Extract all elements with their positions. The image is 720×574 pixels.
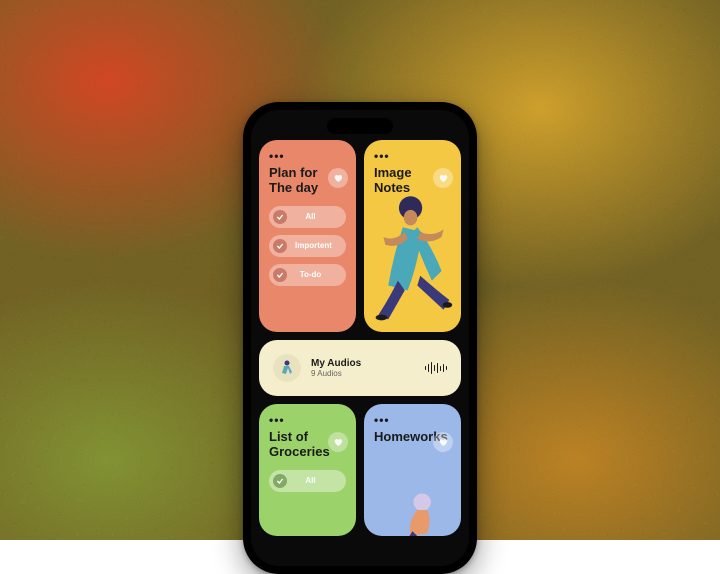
- chip-label: All: [295, 212, 336, 221]
- person-illustration: [364, 444, 461, 536]
- chip-all[interactable]: All: [269, 470, 346, 492]
- card-image-notes[interactable]: ••• Image Notes: [364, 140, 461, 332]
- chip-list: All: [269, 470, 346, 492]
- card-row-3: ••• List of Groceries All: [259, 404, 461, 536]
- heart-icon: [333, 437, 343, 447]
- audio-title: My Audios: [311, 358, 415, 369]
- audio-avatar: [273, 354, 301, 382]
- card-audios[interactable]: My Audios 9 Audios: [259, 340, 461, 396]
- phone-frame: ••• Plan for The day All Importent: [243, 102, 477, 574]
- heart-icon: [333, 173, 343, 183]
- chip-list: All Importent To-do: [269, 206, 346, 286]
- favorite-button[interactable]: [433, 432, 453, 452]
- card-plan[interactable]: ••• Plan for The day All Importent: [259, 140, 356, 332]
- card-groceries[interactable]: ••• List of Groceries All: [259, 404, 356, 536]
- person-mini-icon: [277, 358, 297, 378]
- favorite-button[interactable]: [433, 168, 453, 188]
- chip-important[interactable]: Importent: [269, 235, 346, 257]
- chip-label: All: [295, 476, 336, 485]
- heart-icon: [438, 437, 448, 447]
- waveform-icon: [425, 362, 448, 374]
- favorite-button[interactable]: [328, 432, 348, 452]
- check-icon: [273, 268, 287, 282]
- more-icon[interactable]: •••: [374, 412, 390, 426]
- dynamic-island: [327, 118, 393, 134]
- card-row-1: ••• Plan for The day All Importent: [259, 140, 461, 332]
- check-icon: [273, 474, 287, 488]
- chip-todo[interactable]: To-do: [269, 264, 346, 286]
- check-icon: [273, 210, 287, 224]
- phone-screen: ••• Plan for The day All Importent: [251, 110, 469, 566]
- chip-label: To-do: [295, 270, 336, 279]
- heart-icon: [438, 173, 448, 183]
- more-icon[interactable]: •••: [374, 148, 390, 162]
- chip-label: Importent: [295, 241, 342, 250]
- more-icon[interactable]: •••: [269, 412, 285, 426]
- more-icon[interactable]: •••: [269, 148, 285, 162]
- check-icon: [273, 239, 287, 253]
- card-homeworks[interactable]: ••• Homeworks: [364, 404, 461, 536]
- app-content: ••• Plan for The day All Importent: [251, 110, 469, 566]
- chip-all[interactable]: All: [269, 206, 346, 228]
- audio-subtitle: 9 Audios: [311, 369, 415, 378]
- favorite-button[interactable]: [328, 168, 348, 188]
